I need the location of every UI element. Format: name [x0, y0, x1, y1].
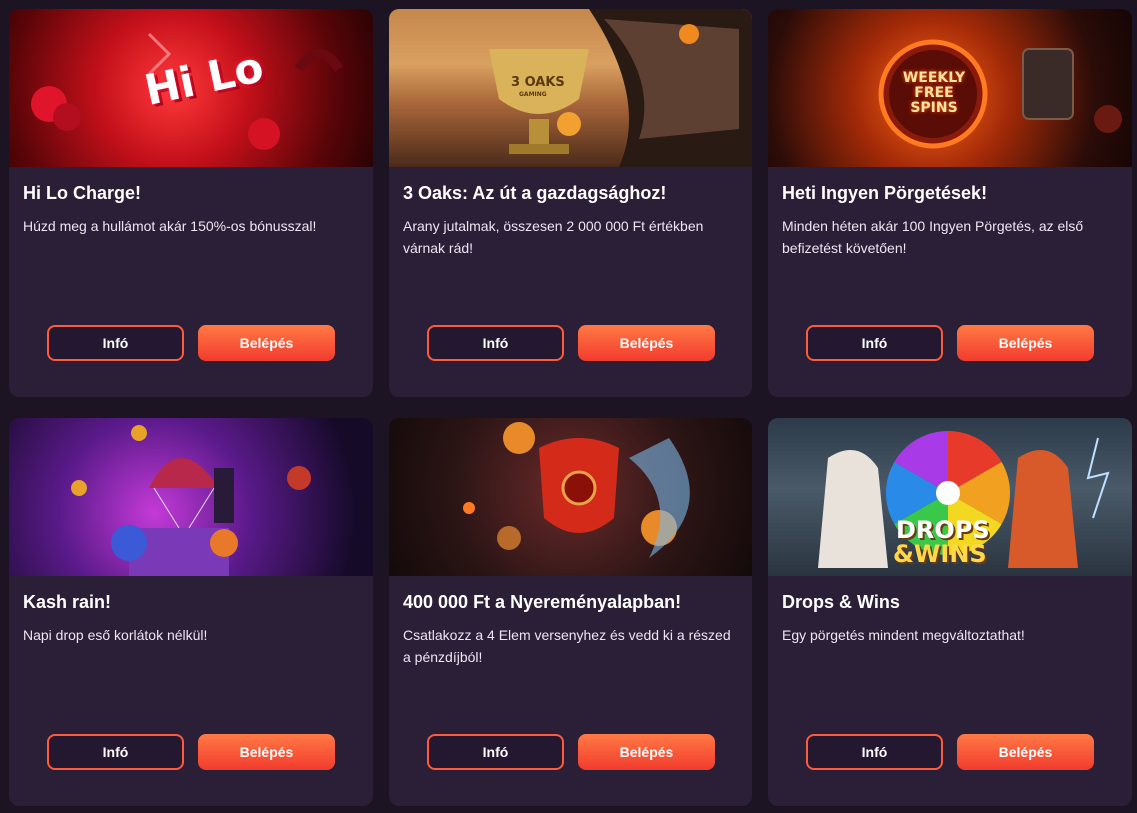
promo-actions: Infó Belépés	[806, 325, 1094, 361]
promotions-grid: Hi Lo Hi Lo Charge! Húzd meg a hullámot …	[9, 9, 1132, 806]
promo-logo-text: 3 OAKS	[511, 75, 565, 90]
promo-image-drops-wins[interactable]: DROPS &WINS	[768, 418, 1132, 576]
promo-description: Arany jutalmak, összesen 2 000 000 Ft ér…	[403, 218, 704, 256]
promo-actions: Infó Belépés	[427, 325, 715, 361]
info-button[interactable]: Infó	[806, 734, 943, 770]
promo-description: Napi drop eső korlátok nélkül!	[23, 627, 208, 643]
promo-card-3-oaks: 3 OAKS GAMING 3 Oaks: Az út a gazdagságh…	[389, 9, 752, 397]
promo-actions: Infó Belépés	[47, 325, 335, 361]
promo-card-hi-lo-charge: Hi Lo Hi Lo Charge! Húzd meg a hullámot …	[9, 9, 373, 397]
promo-actions: Infó Belépés	[47, 734, 335, 770]
promo-actions: Infó Belépés	[427, 734, 715, 770]
info-button[interactable]: Infó	[427, 734, 564, 770]
promo-title: Hi Lo Charge!	[23, 183, 142, 203]
promo-logo-text: DROPS	[896, 516, 990, 544]
login-button[interactable]: Belépés	[578, 734, 715, 770]
promo-image-free-spins[interactable]: WEEKLY FREE SPINS	[768, 9, 1132, 167]
info-button[interactable]: Infó	[47, 734, 184, 770]
promo-card-drops-wins: DROPS &WINS Drops & Wins Egy pörgetés mi…	[768, 418, 1132, 806]
promo-card-kash-rain: Kash rain! Napi drop eső korlátok nélkül…	[9, 418, 373, 806]
promo-actions: Infó Belépés	[806, 734, 1094, 770]
promo-title: Drops & Wins	[782, 592, 900, 612]
promo-image-four-elements[interactable]	[389, 418, 752, 576]
login-button[interactable]: Belépés	[957, 734, 1094, 770]
promo-description: Egy pörgetés mindent megváltoztathat!	[782, 627, 1025, 643]
login-button[interactable]: Belépés	[198, 734, 335, 770]
promo-description: Húzd meg a hullámot akár 150%-os bónussz…	[23, 218, 317, 234]
promo-card-weekly-free-spins: WEEKLY FREE SPINS Heti Ingyen Pörgetések…	[768, 9, 1132, 397]
promo-description: Minden héten akár 100 Ingyen Pörgetés, a…	[782, 218, 1084, 256]
promo-title: 400 000 Ft a Nyereményalapban!	[403, 592, 682, 612]
login-button[interactable]: Belépés	[957, 325, 1094, 361]
info-button[interactable]: Infó	[806, 325, 943, 361]
promo-card-prize-pool: 400 000 Ft a Nyereményalapban! Csatlakoz…	[389, 418, 752, 806]
promo-image-kash-rain[interactable]	[9, 418, 373, 576]
promo-description: Csatlakozz a 4 Elem versenyhez és vedd k…	[403, 627, 731, 665]
login-button[interactable]: Belépés	[578, 325, 715, 361]
promo-image-hi-lo[interactable]: Hi Lo	[9, 9, 373, 167]
promo-title: Kash rain!	[23, 592, 112, 612]
promo-title: Heti Ingyen Pörgetések!	[782, 183, 988, 203]
info-button[interactable]: Infó	[427, 325, 564, 361]
login-button[interactable]: Belépés	[198, 325, 335, 361]
promo-logo-subtext: &WINS	[893, 540, 987, 568]
promo-image-3-oaks[interactable]: 3 OAKS GAMING	[389, 9, 752, 167]
promo-logo-subtext: GAMING	[519, 91, 547, 98]
promo-logo-text: WEEKLY FREE SPINS	[902, 70, 966, 116]
promo-title: 3 Oaks: Az út a gazdagsághoz!	[403, 183, 667, 203]
info-button[interactable]: Infó	[47, 325, 184, 361]
